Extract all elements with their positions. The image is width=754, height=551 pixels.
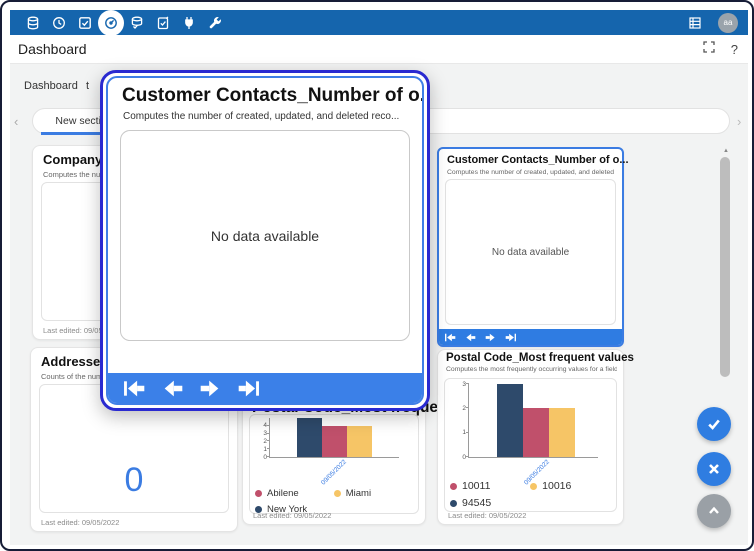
bar-10011 (523, 408, 549, 457)
card-customer-contacts[interactable]: Customer Contacts_Number of o... Compute… (437, 147, 624, 347)
last-page-icon[interactable] (505, 333, 516, 342)
first-page-icon[interactable] (445, 333, 456, 342)
popup-title: Customer Contacts_Number of o... (122, 85, 424, 107)
legend-dot-icon (255, 490, 262, 497)
legend-dot-icon (450, 500, 457, 507)
last-edited-label: Last edited: 09/05/2022 (253, 511, 331, 520)
chevron-up-icon (706, 503, 722, 519)
chart-legend: 10011 10016 94545 (450, 480, 617, 514)
app-window: aa Dashboard ? Dashboard t ‹ New section… (0, 0, 754, 551)
vertical-scrollbar-thumb[interactable] (720, 157, 730, 377)
help-button[interactable]: ? (731, 42, 738, 57)
y-axis-tick-mark (267, 433, 270, 434)
database-icon[interactable] (20, 10, 46, 35)
y-axis-tick-mark (267, 448, 270, 449)
y-axis-tick-label: 1 (254, 446, 267, 453)
dashboard-selector[interactable]: t (86, 80, 89, 92)
gauge-icon[interactable] (98, 10, 124, 36)
bar-chart: 0123409/05/2022 (269, 418, 399, 458)
legend-label: 10011 (462, 480, 490, 492)
close-icon (706, 461, 722, 477)
y-axis-tick-label: 4 (254, 422, 267, 429)
legend-item: 10011 (450, 480, 530, 492)
previous-page-icon[interactable] (465, 333, 476, 342)
dashboard-content: Dashboard t ‹ New section › Company_ Com… (10, 64, 748, 545)
scrollbar-up-arrow-icon[interactable]: ▲ (723, 148, 729, 154)
no-data-label: No data available (492, 247, 569, 258)
popup-inner: Customer Contacts_Number of o... Compute… (106, 76, 424, 405)
top-toolbar: aa (10, 10, 748, 35)
first-page-icon[interactable] (124, 380, 145, 397)
bar-New York (297, 418, 322, 457)
popup-pagination-bar (108, 373, 422, 403)
legend-dot-icon (450, 483, 457, 490)
y-axis-tick-mark (466, 383, 469, 384)
last-page-icon[interactable] (238, 380, 259, 397)
y-axis-tick-mark (267, 456, 270, 457)
cancel-button[interactable] (697, 452, 731, 486)
legend-label: 94545 (462, 497, 491, 509)
y-axis-tick-label: 1 (453, 429, 466, 436)
wrench-icon[interactable] (202, 10, 228, 35)
scroll-to-top-button[interactable] (697, 494, 731, 528)
card-postal-code-frequent-values[interactable]: Postal Code_Most frequent values Compute… (437, 349, 624, 525)
popup-subtitle: Computes the number of created, updated,… (123, 111, 399, 122)
last-edited-label: Last edited: 09/05/2022 (41, 518, 119, 527)
fullscreen-icon[interactable] (703, 40, 715, 58)
y-axis-tick-label: 0 (254, 454, 267, 461)
card-title: Customer Contacts_Number of o... (447, 154, 629, 166)
y-axis-tick-label: 3 (254, 430, 267, 437)
confirm-button[interactable] (697, 407, 731, 441)
clock-icon[interactable] (46, 10, 72, 35)
page-title: Dashboard (18, 41, 87, 57)
no-data-label: No data available (211, 228, 319, 244)
card-title: Postal Code_Most frequent values (446, 352, 634, 364)
y-axis-tick-label: 3 (453, 381, 466, 388)
tabs-next-chevron-icon[interactable]: › (737, 114, 741, 129)
widget-pagination-bar (439, 329, 622, 345)
breadcrumb: Dashboard (24, 80, 78, 92)
legend-dot-icon (530, 483, 537, 490)
next-page-icon[interactable] (200, 380, 221, 397)
table-list-icon[interactable] (682, 10, 708, 35)
card-subtitle: Computes the most frequently occurring v… (446, 366, 617, 373)
next-page-icon[interactable] (485, 333, 496, 342)
page-header: Dashboard ? (10, 35, 748, 64)
plug-icon[interactable] (176, 10, 202, 35)
bar-94545 (497, 384, 523, 457)
card-subtitle: Computes the number of created, updated,… (447, 169, 616, 176)
y-axis-tick-mark (267, 425, 270, 426)
y-axis-tick-mark (267, 440, 270, 441)
legend-label: Miami (346, 488, 371, 499)
y-axis-tick-mark (466, 456, 469, 457)
check-square-icon[interactable] (72, 10, 98, 35)
magnified-widget-popup: Customer Contacts_Number of o... Compute… (100, 70, 430, 411)
popup-content-box: No data available (120, 130, 410, 341)
legend-item: Miami (334, 488, 413, 499)
legend-item: 94545 (450, 497, 530, 509)
legend-label: 10016 (542, 480, 571, 492)
legend-item: 10016 (530, 480, 610, 492)
previous-page-icon[interactable] (162, 380, 183, 397)
y-axis-tick-label: 2 (453, 405, 466, 412)
last-edited-label: Last edited: 09/05/2022 (448, 511, 526, 520)
legend-item: Abilene (255, 488, 334, 499)
check-icon (706, 416, 722, 432)
tabs-prev-chevron-icon[interactable]: ‹ (14, 114, 18, 129)
y-axis-tick-label: 0 (453, 454, 466, 461)
count-value: 0 (40, 461, 228, 500)
legend-dot-icon (334, 490, 341, 497)
database-stack-icon[interactable] (124, 10, 150, 35)
avatar[interactable]: aa (718, 13, 738, 33)
bar-chart: 012309/05/2022 (468, 384, 598, 458)
legend-label: Abilene (267, 488, 299, 499)
bar-Abilene (322, 426, 347, 457)
clipboard-check-icon[interactable] (150, 10, 176, 35)
y-axis-tick-mark (466, 432, 469, 433)
y-axis-tick-mark (466, 407, 469, 408)
card-content-box: No data available (445, 179, 616, 325)
y-axis-tick-label: 2 (254, 438, 267, 445)
